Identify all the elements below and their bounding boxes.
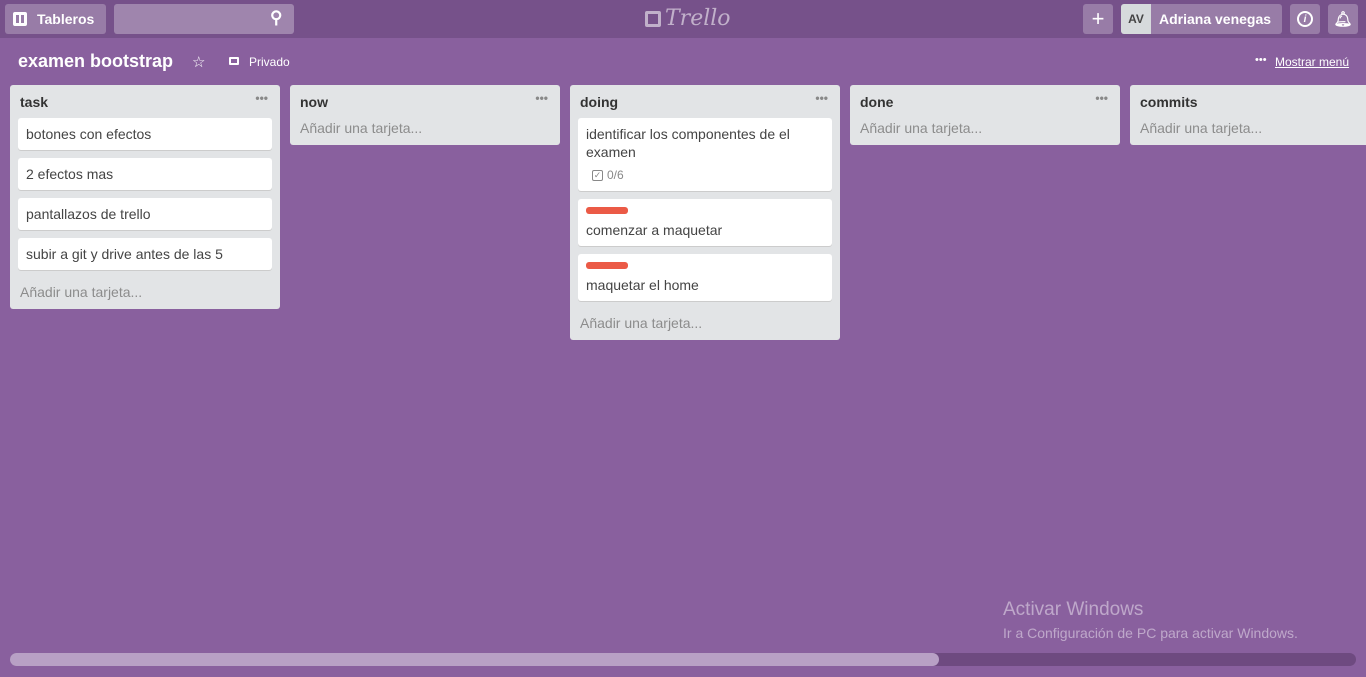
windows-watermark: Activar Windows Ir a Configuración de PC… [1003,599,1298,641]
card[interactable]: maquetar el home [578,254,832,301]
show-menu-link[interactable]: Mostrar menú [1275,55,1349,69]
boards-label: Tableros [37,11,95,27]
list-commits: commits Añadir una tarjeta... [1130,85,1366,145]
card-title: identificar los componentes de el examen [586,126,790,160]
checklist-icon: ✓ [592,169,603,181]
scrollbar-thumb[interactable] [10,653,939,666]
card[interactable]: botones con efectos [18,118,272,150]
boards-button[interactable]: Tableros [5,4,106,34]
more-icon: ••• [1255,54,1267,66]
board-title[interactable]: examen bootstrap [18,51,173,72]
card[interactable]: pantallazos de trello [18,198,272,230]
top-header: Tableros ⚲ Trello + AV Adriana venegas i… [0,0,1366,38]
avatar: AV [1121,4,1151,34]
info-icon: i [1297,11,1313,27]
bell-icon: 🔔︎ [1333,11,1353,28]
card-title: subir a git y drive antes de las 5 [26,246,223,262]
watermark-subtitle: Ir a Configuración de PC para activar Wi… [1003,625,1298,641]
card-title: comenzar a maquetar [586,222,723,238]
list-title[interactable]: now [300,94,328,110]
card-label [586,262,628,269]
list-title[interactable]: commits [1140,94,1198,110]
card[interactable]: 2 efectos mas [18,158,272,190]
add-card-link[interactable]: Añadir una tarjeta... [1130,118,1366,145]
list-doing: doing ••• identificar los componentes de e… [570,85,840,340]
add-card-link[interactable]: Añadir una tarjeta... [10,278,280,309]
card[interactable]: comenzar a maquetar [578,199,832,246]
logo-text: Trello [665,6,731,31]
add-button[interactable]: + [1083,4,1113,34]
list-header: commits [1130,85,1366,118]
card[interactable]: subir a git y drive antes de las 5 [18,238,272,270]
card-title: 2 efectos mas [26,166,114,182]
trello-logo[interactable]: Trello [645,6,731,31]
search-input[interactable] [114,4,294,34]
card-label [586,207,628,214]
lock-icon [229,57,239,65]
card[interactable]: identificar los componentes de el examen… [578,118,832,191]
list-menu-icon[interactable]: ••• [815,91,828,105]
add-card-link[interactable]: Añadir una tarjeta... [570,309,840,340]
card-title: botones con efectos [26,126,152,142]
list-header: now ••• [290,85,560,118]
list-menu-icon[interactable]: ••• [1095,91,1108,105]
notifications-button[interactable]: 🔔︎ [1328,4,1358,34]
checklist-count: 0/6 [607,168,624,182]
add-card-link[interactable]: Añadir una tarjeta... [290,118,560,145]
horizontal-scrollbar[interactable] [10,653,1356,666]
add-card-link[interactable]: Añadir una tarjeta... [850,118,1120,145]
list-header: task ••• [10,85,280,118]
card-title: pantallazos de trello [26,206,151,222]
list-header: doing ••• [570,85,840,118]
watermark-title: Activar Windows [1003,599,1144,620]
list-menu-icon[interactable]: ••• [255,91,268,105]
star-icon[interactable]: ☆ [192,53,205,71]
card-title: maquetar el home [586,277,699,293]
visibility-button[interactable]: Privado [249,55,290,69]
list-task: task ••• botones con efectos 2 efectos mas p… [10,85,280,309]
list-title[interactable]: done [860,94,893,110]
search-icon[interactable]: ⚲ [270,8,282,28]
list-title[interactable]: task [20,94,48,110]
user-menu-button[interactable]: AV Adriana venegas [1121,4,1282,34]
boards-icon [13,12,27,26]
checklist-badge: ✓ 0/6 [586,166,824,184]
list-menu-icon[interactable]: ••• [535,91,548,105]
info-button[interactable]: i [1290,4,1320,34]
list-title[interactable]: doing [580,94,618,110]
list-now: now ••• Añadir una tarjeta... [290,85,560,145]
list-done: done ••• Añadir una tarjeta... [850,85,1120,145]
list-header: done ••• [850,85,1120,118]
user-name: Adriana venegas [1159,11,1272,27]
